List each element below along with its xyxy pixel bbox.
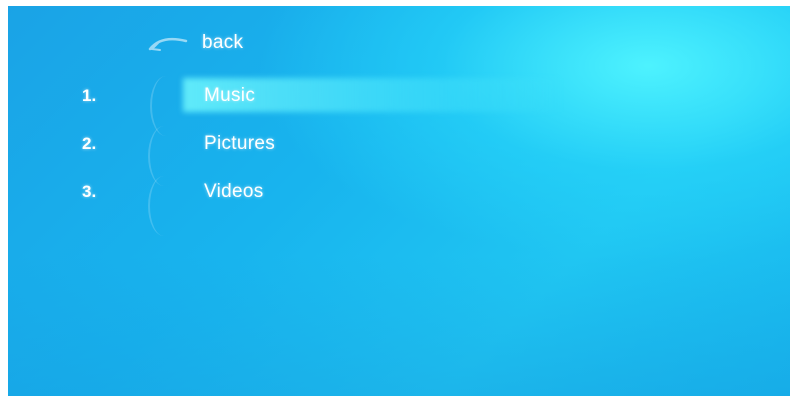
menu-item-pictures[interactable]: 2. Pictures (8, 120, 790, 168)
media-menu: 1. Music 2. Pictures 3. Videos (8, 72, 790, 216)
menu-item-number: 1. (82, 86, 97, 105)
menu-item-label: Music (204, 85, 256, 106)
back-arrow-icon (148, 33, 188, 53)
menu-item-label: Videos (204, 181, 264, 202)
menu-item-label: Pictures (204, 133, 276, 154)
back-label: back (202, 32, 244, 53)
menu-item-music[interactable]: 1. Music (8, 72, 790, 120)
menu-item-number: 3. (82, 182, 97, 201)
menu-item-number: 2. (82, 134, 97, 153)
menu-item-videos[interactable]: 3. Videos (8, 168, 790, 216)
media-menu-screen: back 1. Music 2. Pictures 3. Videos (8, 6, 790, 396)
back-button[interactable]: back (148, 28, 243, 58)
